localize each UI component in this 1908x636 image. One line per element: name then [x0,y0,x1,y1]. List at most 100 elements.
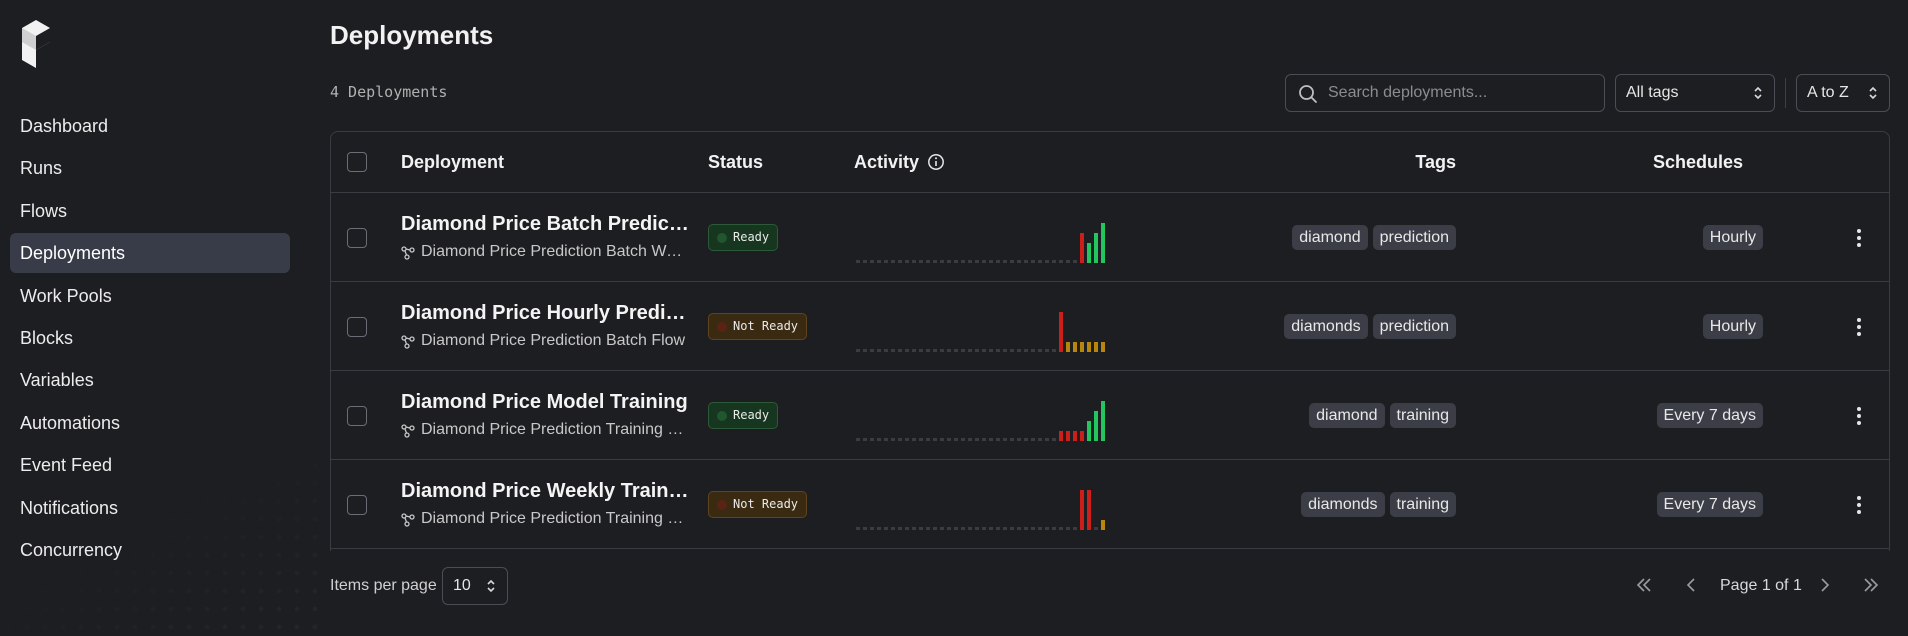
status-dot-icon [717,322,727,332]
sort-select[interactable]: A to Z [1796,74,1890,112]
activity-bar [898,260,902,263]
activity-bar [1031,527,1035,530]
tags-select[interactable]: All tags [1615,74,1775,112]
schedule-badge[interactable]: Hourly [1702,314,1763,339]
activity-bar [1017,260,1021,263]
activity-bar [891,260,895,263]
sidebar-item-blocks[interactable]: Blocks [10,318,290,358]
activity-bar [1066,527,1070,530]
first-page-icon[interactable] [1633,570,1655,600]
activity-bar [975,349,979,352]
table-row[interactable]: Diamond Price Model Training Diamond Pri… [331,371,1889,460]
sidebar-item-work-pools[interactable]: Work Pools [10,276,290,316]
activity-bar [1003,260,1007,263]
deployment-name-link[interactable]: Diamond Price Model Training [401,391,691,414]
tag-badge: diamond [1292,225,1368,250]
deployment-name-link[interactable]: Diamond Price Hourly Prediction [401,302,691,325]
column-header-tags: Tags [1415,152,1456,172]
row-checkbox[interactable] [347,228,367,248]
activity-chart[interactable] [854,213,1114,263]
sidebar-item-deployments[interactable]: Deployments [10,233,290,274]
activity-bar [877,260,881,263]
activity-bar [912,260,916,263]
previous-page-icon[interactable] [1680,570,1702,600]
more-options-icon[interactable] [1855,316,1863,338]
search-input[interactable] [1328,75,1598,111]
schedule-badge[interactable]: Every 7 days [1656,403,1763,428]
items-per-page-select[interactable]: 10 [442,567,508,605]
flow-name: Diamond Price Prediction Batch Flow [421,332,686,349]
last-page-icon[interactable] [1860,570,1882,600]
sidebar-item-dashboard[interactable]: Dashboard [10,106,290,146]
deployments-table: Deployment Status Activity Tags Schedule… [330,131,1890,551]
sidebar-item-flows[interactable]: Flows [10,191,290,231]
search-box[interactable] [1285,74,1605,112]
status-badge: Not Ready [708,313,808,340]
sidebar: Dashboard Runs Flows Deployments Work Pools B… [0,0,330,636]
row-checkbox[interactable] [347,406,367,426]
table-row[interactable]: Diamond Price Weekly Training Diamond Pr… [331,460,1889,549]
activity-bar [996,349,1000,352]
status-label: Not Ready [733,497,799,511]
activity-bar [870,438,874,441]
activity-bar [954,438,958,441]
more-options-icon[interactable] [1855,494,1863,516]
activity-bar [863,527,867,530]
table-row[interactable]: Diamond Price Batch Prediction Diamond P… [331,193,1889,282]
activity-bar [1066,260,1070,263]
info-icon[interactable] [927,153,945,171]
activity-chart[interactable] [854,391,1114,441]
row-checkbox[interactable] [347,495,367,515]
schedule-badge[interactable]: Every 7 days [1656,492,1763,517]
column-header-deployment[interactable]: Deployment [401,152,504,173]
activity-bar [856,527,860,530]
next-page-icon[interactable] [1814,570,1836,600]
activity-bar [1038,349,1042,352]
table-row[interactable]: Diamond Price Hourly Prediction Diamond … [331,282,1889,371]
activity-bar [1087,342,1091,352]
sidebar-item-variables[interactable]: Variables [10,360,290,400]
activity-chart[interactable] [854,302,1114,352]
activity-bar [1101,401,1105,441]
activity-bar [1073,527,1077,530]
sidebar-item-runs[interactable]: Runs [10,148,290,188]
activity-bar [926,527,930,530]
activity-bar [1087,490,1091,530]
flow-link[interactable]: Diamond Price Prediction Training Flow [401,510,691,530]
items-per-page-value: 10 [453,577,471,594]
activity-chart[interactable] [854,480,1114,530]
activity-bar [1003,349,1007,352]
activity-bar [856,349,860,352]
activity-bar [919,438,923,441]
flow-link[interactable]: Diamond Price Prediction Batch Flow [401,332,691,352]
deployment-name-link[interactable]: Diamond Price Batch Prediction [401,213,691,236]
activity-bar [1094,233,1098,263]
activity-bar [982,438,986,441]
status-dot-icon [717,233,727,243]
deployment-name-link[interactable]: Diamond Price Weekly Training [401,480,691,503]
status-badge: Ready [708,224,779,251]
activity-bar [877,438,881,441]
flow-link[interactable]: Diamond Price Prediction Batch Workflow [401,243,691,263]
chevron-up-down-icon [487,579,495,593]
schedule-badge[interactable]: Hourly [1702,225,1763,250]
select-all-checkbox[interactable] [347,152,367,172]
activity-bar [975,260,979,263]
tag-badge: diamonds [1301,492,1385,517]
more-options-icon[interactable] [1855,227,1863,249]
prefect-logo-icon[interactable] [20,20,52,70]
activity-bar [1087,421,1091,441]
table-header: Deployment Status Activity Tags Schedule… [331,132,1889,193]
flow-link[interactable]: Diamond Price Prediction Training Flow [401,421,691,441]
row-checkbox[interactable] [347,317,367,337]
more-options-icon[interactable] [1855,405,1863,427]
column-header-status[interactable]: Status [708,152,763,173]
activity-bar [1059,260,1063,263]
activity-bar [1052,349,1056,352]
activity-bar [954,349,958,352]
activity-bar [947,527,951,530]
activity-bar [989,260,993,263]
sidebar-item-automations[interactable]: Automations [10,403,290,443]
page-title: Deployments [330,20,494,50]
status-dot-icon [717,411,727,421]
